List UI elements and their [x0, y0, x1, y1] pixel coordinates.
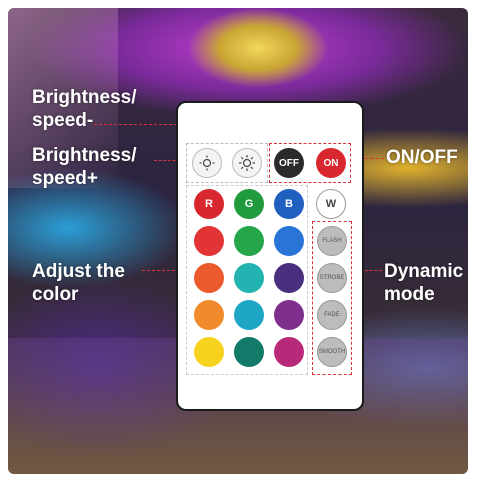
color-button[interactable]: [274, 226, 304, 256]
color-button[interactable]: [194, 226, 224, 256]
flash-mode-button[interactable]: FLASH: [317, 226, 347, 256]
product-image: Brightness/ speed- Brightness/ speed+ ON…: [8, 8, 468, 474]
callout-line-adjust-color: [142, 270, 180, 271]
color-button[interactable]: [194, 263, 224, 293]
label-adjust-color: Adjust the color: [32, 261, 125, 305]
color-button[interactable]: [194, 337, 224, 367]
color-button[interactable]: [234, 263, 264, 293]
label-brightness-up: Brightness/ speed+: [32, 145, 137, 189]
flash-label: FLASH: [322, 238, 342, 244]
red-button[interactable]: R: [194, 189, 224, 219]
color-button[interactable]: [274, 337, 304, 367]
power-group-box: [269, 143, 351, 183]
color-button[interactable]: [234, 337, 264, 367]
blue-button[interactable]: B: [274, 189, 304, 219]
white-button[interactable]: W: [316, 189, 346, 219]
label-dynamic-mode: Dynamic mode: [384, 261, 464, 305]
color-button[interactable]: [234, 226, 264, 256]
color-button[interactable]: [274, 300, 304, 330]
fade-label: FADE: [324, 312, 340, 318]
brightness-group-box: [186, 143, 268, 183]
color-button[interactable]: [274, 263, 304, 293]
fade-mode-button[interactable]: FADE: [317, 300, 347, 330]
smooth-mode-button[interactable]: SMOOTH: [317, 337, 347, 367]
label-brightness-down: Brightness/ speed-: [32, 87, 137, 131]
smooth-label: SMOOTH: [318, 349, 346, 355]
green-button[interactable]: G: [234, 189, 264, 219]
strobe-mode-button[interactable]: STROBE: [317, 263, 347, 293]
color-button[interactable]: [234, 300, 264, 330]
label-on-off: ON/OFF: [386, 147, 458, 168]
color-button[interactable]: [194, 300, 224, 330]
strobe-label: STROBE: [319, 275, 345, 281]
remote-control: OFF ON R G B W FLASH STROBE FADE SMOOTH: [176, 101, 364, 411]
